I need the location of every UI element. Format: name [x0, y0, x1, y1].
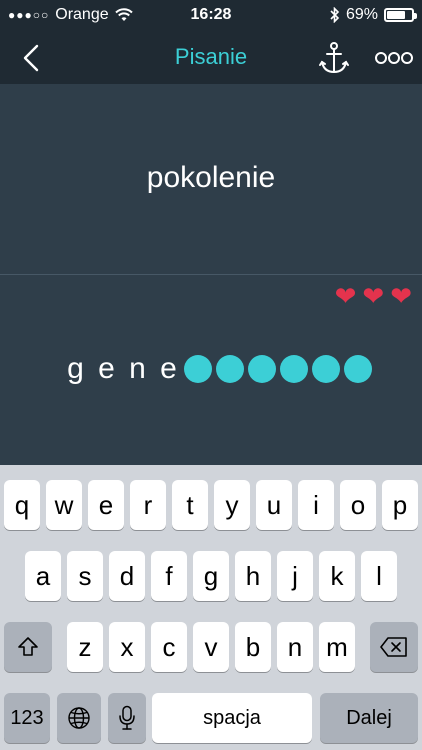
more-button[interactable] [372, 38, 416, 78]
answer-panel[interactable]: ❤ ❤ ❤ g e n e [0, 275, 422, 465]
status-bar: ●●●○○ Orange 16:28 69% [0, 0, 422, 30]
return-key[interactable]: Dalej [320, 693, 418, 743]
blank-letter-dot [344, 355, 372, 383]
key-o[interactable]: o [340, 480, 376, 530]
key-c[interactable]: c [151, 622, 187, 672]
key-p[interactable]: p [382, 480, 418, 530]
battery-icon [384, 8, 417, 22]
key-l[interactable]: l [361, 551, 397, 601]
heart-icon: ❤ [390, 281, 412, 311]
space-key[interactable]: spacja [152, 693, 312, 743]
backspace-icon [380, 637, 407, 657]
key-q[interactable]: q [4, 480, 40, 530]
top-bar: ●●●○○ Orange 16:28 69% Pisanie [0, 0, 422, 84]
dictation-key[interactable] [108, 693, 146, 743]
more-dots-icon [375, 52, 413, 64]
key-v[interactable]: v [193, 622, 229, 672]
key-i[interactable]: i [298, 480, 334, 530]
bluetooth-icon [330, 7, 340, 23]
heart-icon: ❤ [362, 281, 385, 311]
numbers-key[interactable]: 123 [4, 693, 50, 743]
anchor-icon [319, 42, 349, 74]
key-m[interactable]: m [319, 622, 355, 672]
key-x[interactable]: x [109, 622, 145, 672]
key-z[interactable]: z [67, 622, 103, 672]
blank-letter-dot [184, 355, 212, 383]
blank-letter-dot [312, 355, 340, 383]
key-j[interactable]: j [277, 551, 313, 601]
shift-icon [18, 637, 38, 656]
key-w[interactable]: w [46, 480, 82, 530]
key-h[interactable]: h [235, 551, 271, 601]
anchor-button[interactable] [314, 38, 354, 78]
remaining-letter-slots [184, 355, 376, 383]
key-y[interactable]: y [214, 480, 250, 530]
typed-letter: e [98, 352, 115, 385]
globe-icon [68, 707, 90, 729]
battery-percent: 69% [345, 6, 378, 23]
lives-indicator: ❤ ❤ ❤ [335, 283, 412, 309]
key-d[interactable]: d [109, 551, 145, 601]
prompt-word: pokolenie [146, 161, 276, 194]
blank-letter-dot [216, 355, 244, 383]
key-u[interactable]: u [256, 480, 292, 530]
key-n[interactable]: n [277, 622, 313, 672]
blank-letter-dot [248, 355, 276, 383]
shift-key[interactable] [4, 622, 52, 672]
key-a[interactable]: a [25, 551, 61, 601]
delete-key[interactable] [370, 622, 418, 672]
nav-bar: Pisanie [0, 30, 422, 84]
typed-letter: e [160, 352, 177, 385]
prompt-panel: pokolenie [0, 84, 422, 275]
typed-letter: n [129, 352, 146, 385]
globe-key[interactable] [57, 693, 101, 743]
key-t[interactable]: t [172, 480, 208, 530]
key-b[interactable]: b [235, 622, 271, 672]
key-g[interactable]: g [193, 551, 229, 601]
key-k[interactable]: k [319, 551, 355, 601]
key-s[interactable]: s [67, 551, 103, 601]
key-r[interactable]: r [130, 480, 166, 530]
heart-icon: ❤ [334, 281, 357, 311]
answer-input[interactable]: g e n e [60, 352, 376, 386]
blank-letter-dot [280, 355, 308, 383]
microphone-icon [119, 705, 135, 730]
typed-letter: g [67, 352, 84, 385]
key-f[interactable]: f [151, 551, 187, 601]
page-title: Pisanie [174, 44, 248, 69]
keyboard: q w e r t y u i o p a s d f g h j k l z … [0, 465, 422, 750]
key-e[interactable]: e [88, 480, 124, 530]
